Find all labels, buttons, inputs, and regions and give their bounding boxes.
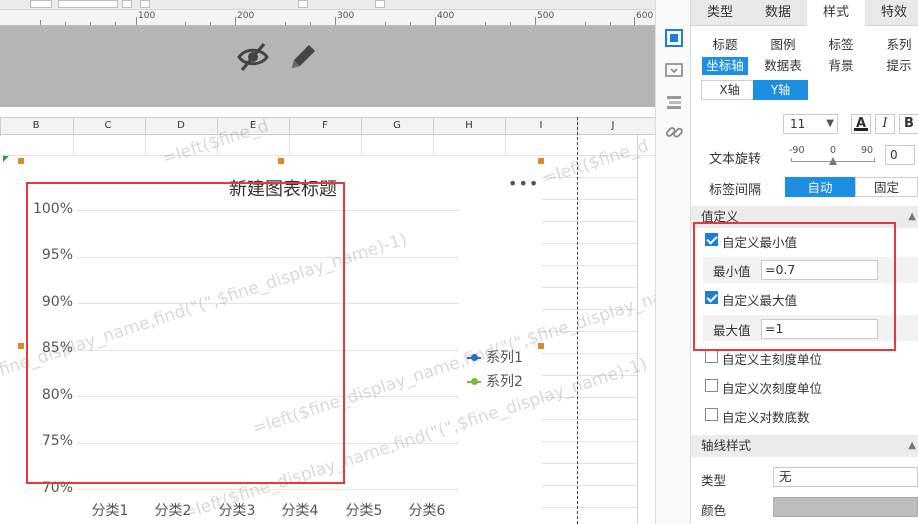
font-size-select[interactable]: 11 ▼ (783, 114, 838, 134)
font-color-button[interactable]: A (851, 114, 871, 134)
resize-handle[interactable] (18, 343, 24, 349)
custom-minor-unit-label: 自定义次刻度单位 (722, 381, 823, 396)
text-rotate-slider[interactable] (791, 157, 875, 166)
font-size-value: 11 (790, 117, 806, 131)
section-title: 轴线样式 (701, 438, 752, 453)
collapse-icon: ▲ (908, 440, 916, 451)
toolbar-control[interactable] (140, 0, 150, 8)
custom-log-base-label: 自定义对数底数 (722, 410, 810, 425)
highlight-box-value (693, 222, 896, 351)
rotate-value-input[interactable]: 0 (885, 145, 915, 165)
x-tick-label: 分类5 (345, 503, 383, 519)
pencil-edit-icon[interactable] (286, 40, 320, 74)
subtab-background[interactable]: 背景 (821, 57, 861, 75)
slider-min-label: -90 (789, 145, 805, 156)
font-color-swatch (854, 128, 868, 131)
column-header[interactable]: J (603, 120, 623, 131)
axis-type-select[interactable]: 无 (773, 467, 918, 487)
legend-marker-icon (467, 378, 481, 385)
subtab-datatable[interactable]: 数据表 (761, 57, 805, 75)
resize-handle[interactable] (278, 158, 284, 164)
toolbar-strip (0, 0, 655, 10)
design-canvas[interactable]: 100 200 300 400 500 600 B C D E F G H I … (0, 0, 655, 524)
toolbar-control[interactable] (375, 0, 385, 8)
slider-thumb[interactable] (829, 157, 837, 165)
column-header[interactable]: I (531, 120, 551, 131)
cell-marker (3, 156, 9, 162)
legend-item-series2[interactable]: 系列2 (467, 371, 523, 391)
resize-handle[interactable] (18, 158, 24, 164)
tab-data[interactable]: 数据 (749, 0, 807, 26)
toolbar-control[interactable] (122, 0, 132, 8)
toolbar-control[interactable] (58, 0, 118, 8)
chevron-down-icon: ▼ (826, 118, 834, 129)
column-header-row: B C D E F G H I J (0, 117, 655, 136)
x-tick-label: 分类6 (408, 503, 446, 519)
interval-fixed-button[interactable]: 固定 (855, 177, 918, 197)
custom-log-base-checkbox[interactable] (705, 408, 718, 421)
ruler-label: 200 (237, 11, 255, 21)
column-header[interactable]: D (171, 120, 191, 131)
panel-tabs: 类型 数据 样式 特效 (691, 0, 918, 26)
ruler-label: 600 (636, 11, 654, 21)
text-rotate-label: 文本旋转 (709, 152, 762, 167)
axis-type-value: 无 (779, 469, 792, 484)
tab-effects[interactable]: 特效 (865, 0, 918, 26)
collapse-icon: ▲ (908, 211, 916, 222)
horizontal-ruler: 100 200 300 400 500 600 (0, 10, 655, 26)
app-window: 100 200 300 400 500 600 B C D E F G H I … (0, 0, 918, 524)
resize-handle[interactable] (538, 158, 544, 164)
list-layer-icon[interactable] (664, 92, 684, 112)
highlight-box-axis (26, 182, 345, 484)
chart-more-button[interactable]: ••• (508, 174, 539, 193)
label-interval-label: 标签间隔 (709, 183, 762, 198)
toolbar-control[interactable] (298, 0, 308, 8)
italic-button[interactable]: I (875, 114, 895, 134)
custom-minor-unit-checkbox[interactable] (705, 379, 718, 392)
chart-component-icon[interactable] (664, 28, 684, 48)
column-header[interactable]: F (315, 120, 335, 131)
custom-major-unit-label: 自定义主刻度单位 (722, 352, 823, 367)
tab-style[interactable]: 样式 (807, 0, 865, 26)
toolbar-control[interactable] (30, 0, 52, 8)
column-header[interactable]: B (26, 120, 46, 131)
subtab-axis[interactable]: 坐标轴 (702, 57, 748, 75)
widget-icon[interactable] (664, 60, 684, 80)
column-header[interactable]: G (387, 120, 407, 131)
slider-mid-label: 0 (830, 145, 837, 156)
property-panel: 类型 数据 样式 特效 标题 图例 标签 系列 坐标轴 数据表 背景 提示 X轴… (691, 0, 918, 524)
eye-hidden-icon[interactable] (236, 40, 270, 74)
section-axis-line-style[interactable]: 轴线样式 ▲ (691, 435, 918, 457)
subtab-title[interactable]: 标题 (705, 36, 745, 54)
ruler-label: 400 (437, 11, 455, 21)
x-axis-button[interactable]: X轴 (701, 80, 758, 100)
legend-label: 系列2 (486, 374, 523, 390)
side-icon-bar (655, 0, 691, 524)
link-icon[interactable] (664, 122, 684, 142)
subtab-label[interactable]: 标签 (821, 36, 861, 54)
y-axis-button[interactable]: Y轴 (753, 80, 808, 100)
slider-max-label: 90 (861, 145, 874, 156)
subtab-tooltip[interactable]: 提示 (879, 57, 918, 75)
subtab-series[interactable]: 系列 (879, 36, 918, 54)
x-tick-label: 分类1 (91, 503, 129, 519)
bold-button[interactable]: B (899, 114, 918, 134)
x-tick-label: 分类4 (281, 503, 319, 519)
custom-major-unit-checkbox[interactable] (705, 350, 718, 363)
axis-color-picker[interactable] (773, 497, 918, 517)
column-header[interactable]: H (459, 120, 479, 131)
ruler-label: 100 (138, 11, 156, 21)
ruler-label: 300 (337, 11, 355, 21)
axis-type-label: 类型 (701, 473, 727, 488)
column-header[interactable]: C (98, 120, 118, 131)
hidden-region-bar (0, 26, 655, 107)
axis-color-label: 颜色 (701, 503, 727, 518)
subtab-legend[interactable]: 图例 (763, 36, 803, 54)
tab-type[interactable]: 类型 (691, 0, 749, 26)
interval-auto-button[interactable]: 自动 (785, 177, 855, 197)
ruler-label: 500 (537, 11, 555, 21)
